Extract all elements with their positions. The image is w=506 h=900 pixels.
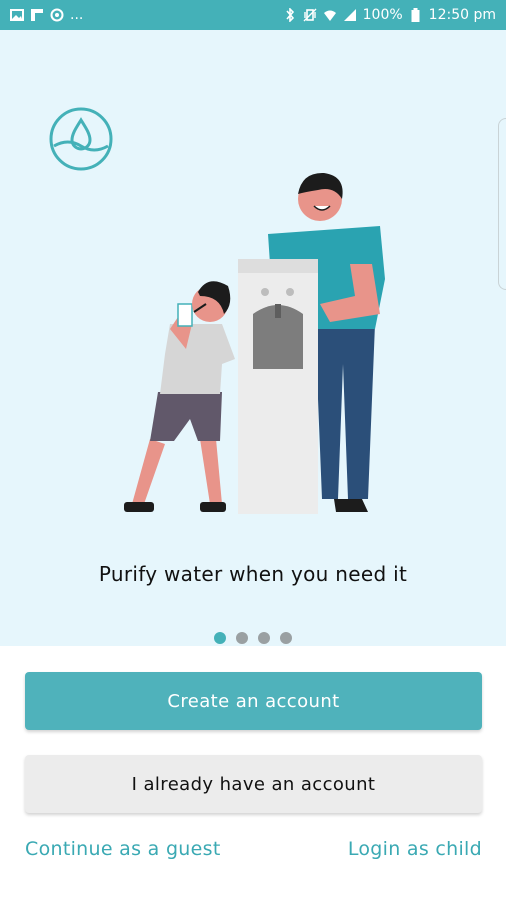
- onboarding-tagline: Purify water when you need it: [98, 562, 408, 586]
- status-bar: ... 100% 12:50 pm: [0, 0, 506, 30]
- flipboard-icon: [30, 8, 44, 22]
- carousel-pagination: [0, 632, 506, 644]
- notification-overflow: ...: [70, 7, 84, 23]
- carousel-dot-4[interactable]: [280, 632, 292, 644]
- sync-icon: [50, 8, 64, 22]
- carousel-dot-1[interactable]: [214, 632, 226, 644]
- vibrate-icon: [303, 8, 317, 22]
- water-drop-logo-icon: [48, 106, 114, 172]
- family-water-dispenser-illustration: [110, 164, 400, 524]
- onboarding-hero[interactable]: Purify water when you need it: [0, 30, 506, 646]
- carousel-dot-2[interactable]: [236, 632, 248, 644]
- battery-level: 100%: [362, 7, 403, 23]
- existing-account-button[interactable]: I already have an account: [25, 755, 482, 813]
- login-as-child-link[interactable]: Login as child: [348, 838, 482, 860]
- create-account-button[interactable]: Create an account: [25, 672, 482, 730]
- image-icon: [10, 8, 24, 22]
- wifi-icon: [323, 8, 337, 22]
- clock: 12:50 pm: [428, 7, 496, 23]
- continue-as-guest-link[interactable]: Continue as a guest: [25, 838, 221, 860]
- bluetooth-icon: [283, 8, 297, 22]
- status-right: 100% 12:50 pm: [283, 7, 496, 23]
- battery-icon: [409, 8, 423, 22]
- signal-icon: [343, 8, 357, 22]
- side-panel-handle[interactable]: [498, 118, 506, 290]
- status-left: ...: [10, 7, 83, 23]
- carousel-dot-3[interactable]: [258, 632, 270, 644]
